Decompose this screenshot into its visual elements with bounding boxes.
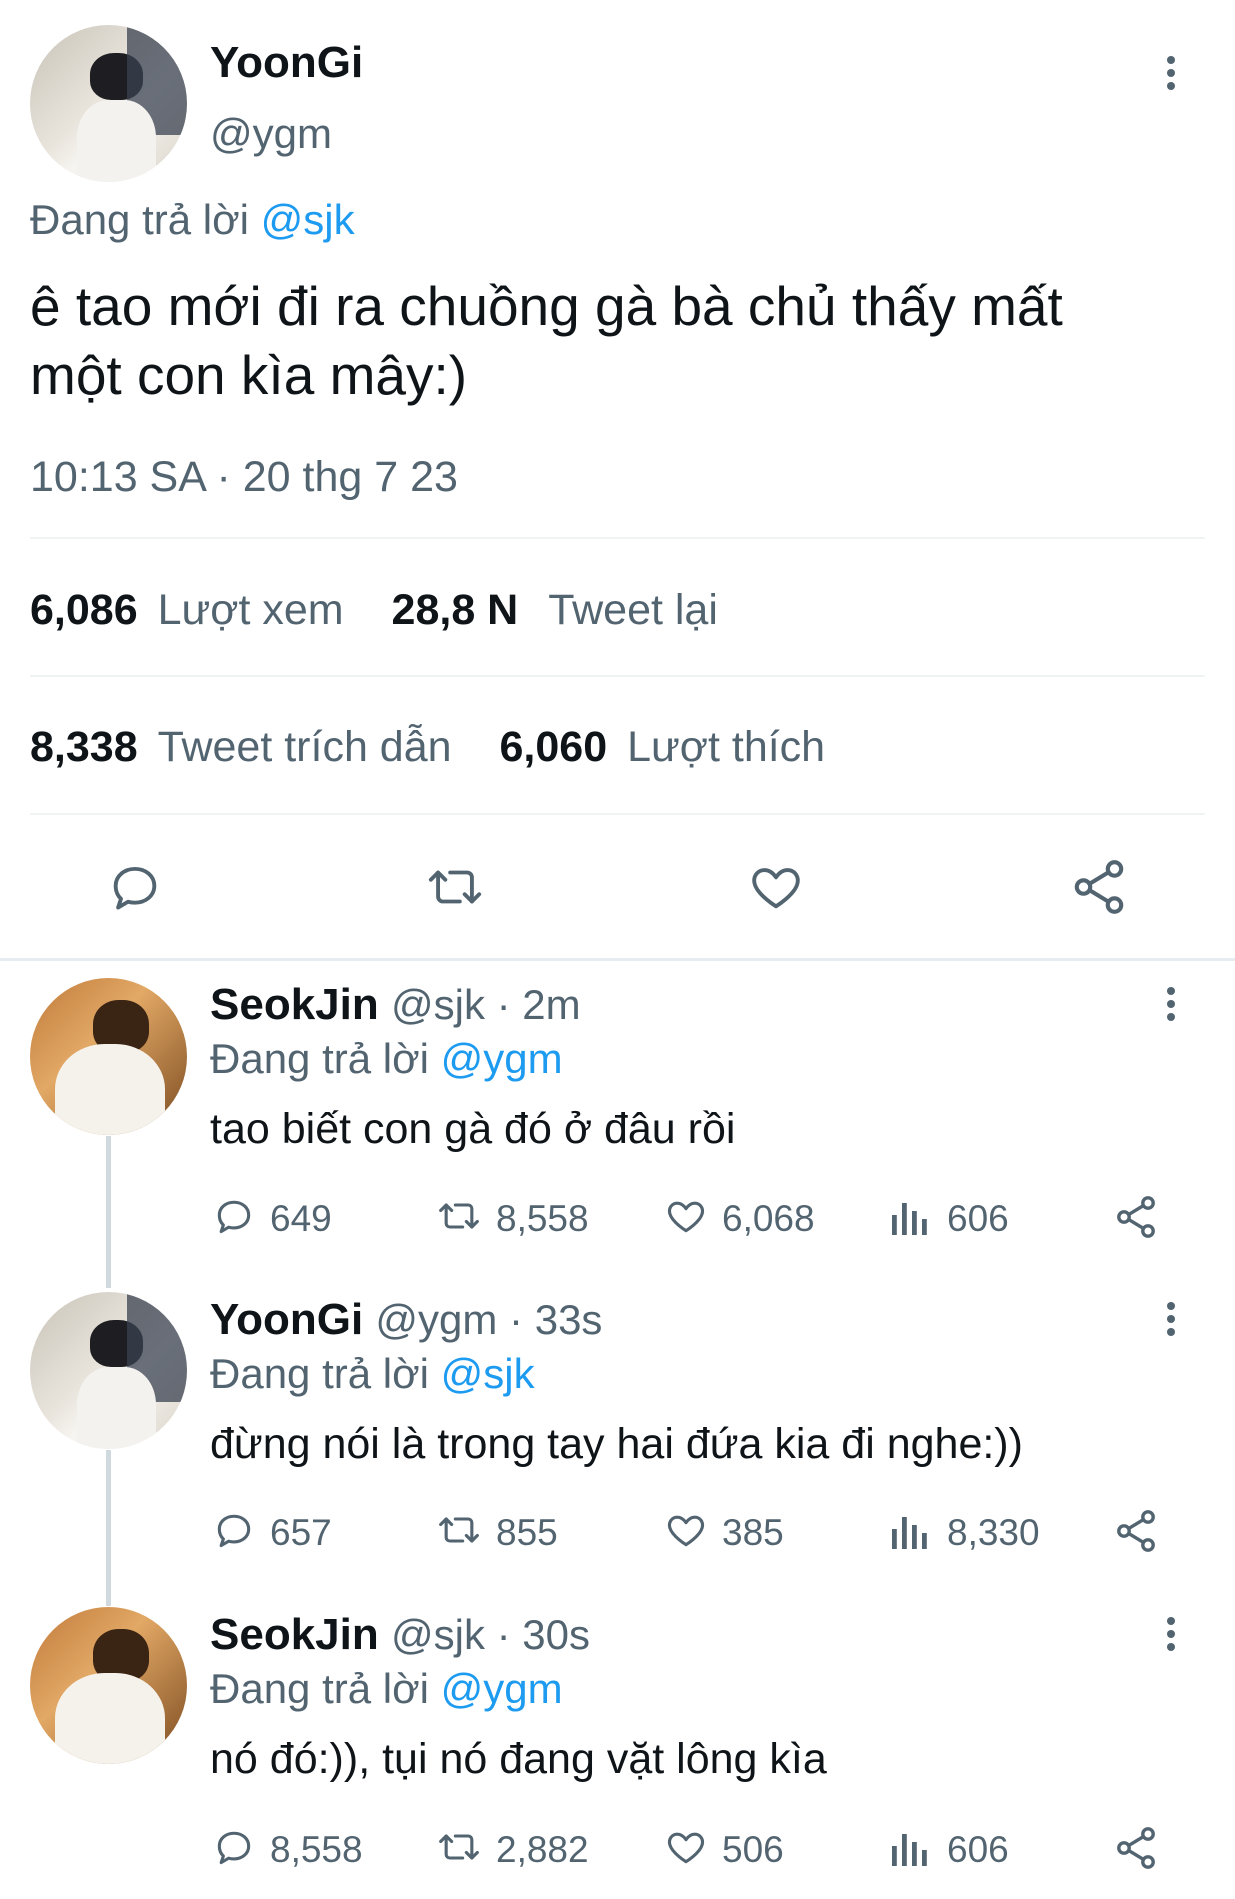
views-count: 8,330 (947, 1512, 1040, 1553)
replying-to-handle[interactable]: @sjk (261, 196, 355, 243)
reply-text: tao biết con gà đó ở đâu rồi (210, 1105, 736, 1153)
like-icon[interactable] (662, 1825, 710, 1869)
replying-to: Đang trả lời @sjk (210, 1350, 535, 1398)
replying-to-handle[interactable]: @ygm (441, 1665, 563, 1712)
retweet-count: 855 (496, 1512, 558, 1553)
retweet-count: 2,882 (496, 1829, 589, 1870)
retweets-count[interactable]: 28,8 N (392, 586, 519, 634)
thread-line (106, 1136, 111, 1288)
quotes-label[interactable]: Tweet trích dẫn (158, 723, 452, 771)
replying-to-handle[interactable]: @ygm (441, 1035, 563, 1082)
quotes-count[interactable]: 8,338 (30, 723, 138, 771)
avatar-seokjin[interactable] (30, 978, 187, 1135)
reply-header: SeokJin @sjk · 30s (210, 1610, 590, 1660)
like-icon[interactable] (662, 1508, 710, 1552)
stats-row-2: 8,338 Tweet trích dẫn 6,060 Lượt thích (30, 723, 825, 772)
divider (30, 675, 1205, 677)
stats-row-1: 6,086 Lượt xem 28,8 N Tweet lại (30, 586, 718, 635)
divider (30, 537, 1205, 539)
replying-to: Đang trả lời @sjk (30, 196, 355, 244)
retweet-count: 8,558 (496, 1198, 589, 1239)
share-icon[interactable] (1112, 1507, 1160, 1555)
share-icon[interactable] (1068, 856, 1130, 918)
like-count: 506 (722, 1829, 784, 1870)
views-count[interactable]: 6,086 (30, 586, 138, 634)
more-icon[interactable] (1166, 1617, 1176, 1656)
share-icon[interactable] (1112, 1193, 1160, 1241)
avatar-yoongi[interactable] (30, 25, 187, 182)
like-count: 6,068 (722, 1198, 815, 1239)
likes-count[interactable]: 6,060 (500, 723, 608, 771)
views-count: 606 (947, 1829, 1009, 1870)
replying-to-prefix: Đang trả lời (30, 196, 249, 243)
divider (0, 958, 1235, 961)
reply-display-name[interactable]: SeokJin (210, 980, 379, 1029)
main-timestamp[interactable]: 10:13 SA · 20 thg 7 23 (30, 453, 458, 502)
reply-header: SeokJin @sjk · 2m (210, 980, 581, 1030)
reply-count: 657 (270, 1512, 332, 1553)
main-handle[interactable]: @ygm (210, 110, 332, 158)
main-tweet-text-line2: một con kìa mây:) (30, 344, 468, 406)
more-icon[interactable] (1166, 56, 1176, 95)
like-icon[interactable] (662, 1194, 710, 1238)
retweet-icon[interactable] (422, 858, 488, 916)
replying-to-prefix: Đang trả lời (210, 1665, 429, 1712)
reply-text: nó đó:)), tụi nó đang vặt lông kìa (210, 1735, 827, 1783)
reply-count: 8,558 (270, 1829, 363, 1870)
reply-display-name[interactable]: YoonGi (210, 1295, 363, 1344)
likes-label[interactable]: Lượt thích (627, 723, 825, 771)
reply-icon[interactable] (105, 858, 165, 916)
reply-handle-time[interactable]: @sjk · 30s (391, 1611, 590, 1658)
replying-to: Đang trả lời @ygm (210, 1035, 563, 1083)
more-icon[interactable] (1166, 987, 1176, 1026)
like-icon[interactable] (745, 858, 807, 916)
reply-display-name[interactable]: SeokJin (210, 1610, 379, 1659)
divider (30, 813, 1205, 815)
views-icon[interactable] (890, 1827, 930, 1869)
avatar-yoongi[interactable] (30, 1292, 187, 1449)
reply-icon[interactable] (211, 1508, 257, 1552)
reply-header: YoonGi @ygm · 33s (210, 1295, 602, 1345)
like-count: 385 (722, 1512, 784, 1553)
thread-line (106, 1450, 111, 1606)
replying-to-handle[interactable]: @sjk (441, 1350, 535, 1397)
views-label[interactable]: Lượt xem (158, 586, 344, 634)
main-tweet-text: ê tao mới đi ra chuồng gà bà chủ thấy mấ… (30, 272, 1063, 410)
avatar-seokjin[interactable] (30, 1607, 187, 1764)
reply-text: đừng nói là trong tay hai đứa kia đi ngh… (210, 1420, 1023, 1468)
retweet-icon[interactable] (433, 1508, 485, 1552)
views-count: 606 (947, 1198, 1009, 1239)
retweet-icon[interactable] (433, 1825, 485, 1869)
replying-to-prefix: Đang trả lời (210, 1035, 429, 1082)
share-icon[interactable] (1112, 1824, 1160, 1872)
views-icon[interactable] (890, 1196, 930, 1238)
main-tweet-text-line1: ê tao mới đi ra chuồng gà bà chủ thấy mấ… (30, 275, 1063, 337)
reply-handle-time[interactable]: @sjk · 2m (391, 981, 581, 1028)
retweets-label[interactable]: Tweet lại (548, 586, 718, 634)
replying-to-prefix: Đang trả lời (210, 1350, 429, 1397)
more-icon[interactable] (1166, 1302, 1176, 1341)
reply-icon[interactable] (211, 1825, 257, 1869)
retweet-icon[interactable] (433, 1194, 485, 1238)
reply-icon[interactable] (211, 1194, 257, 1238)
main-display-name[interactable]: YoonGi (210, 38, 363, 88)
replying-to: Đang trả lời @ygm (210, 1665, 563, 1713)
views-icon[interactable] (890, 1510, 930, 1552)
reply-count: 649 (270, 1198, 332, 1239)
reply-handle-time[interactable]: @ygm · 33s (375, 1296, 602, 1343)
